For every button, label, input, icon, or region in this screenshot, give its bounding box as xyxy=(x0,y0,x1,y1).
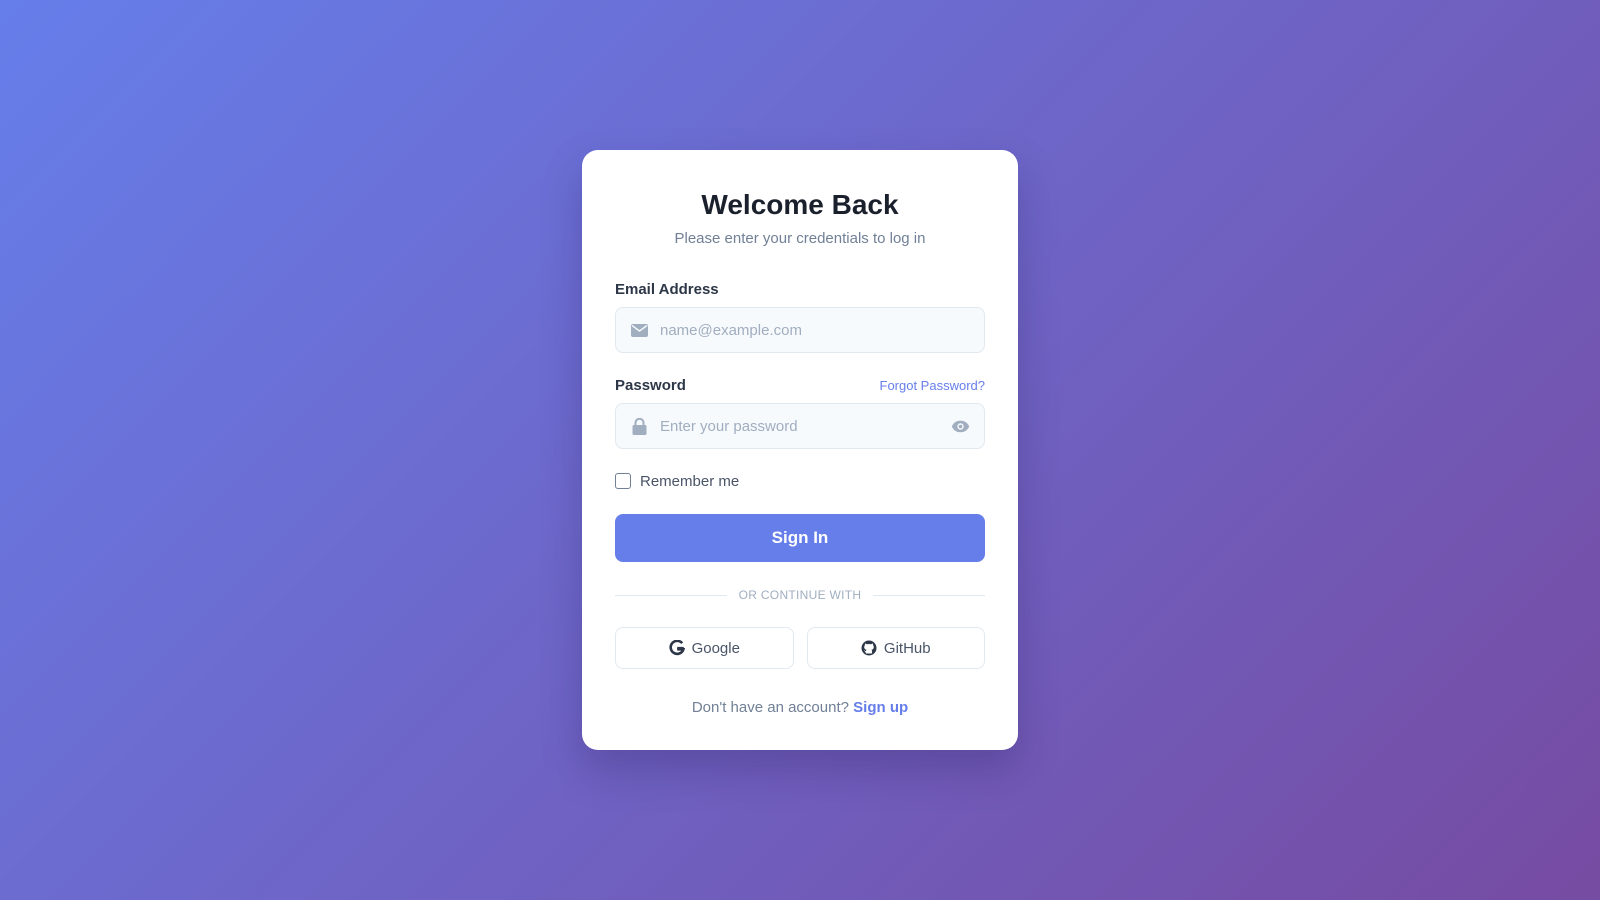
password-label: Password xyxy=(615,376,686,394)
password-label-row: Password Forgot Password? xyxy=(615,375,985,395)
google-icon xyxy=(668,640,685,656)
password-input[interactable] xyxy=(616,404,984,448)
email-input[interactable] xyxy=(616,308,984,352)
sign-in-button[interactable]: Sign In xyxy=(615,514,985,562)
signup-prompt: Don't have an account? Sign up xyxy=(615,699,985,716)
social-login-row: Google GitHub xyxy=(615,627,985,669)
page-title: Welcome Back xyxy=(701,189,899,220)
github-login-label: GitHub xyxy=(883,639,931,657)
password-group: Password Forgot Password? xyxy=(615,375,985,449)
email-group: Email Address xyxy=(615,279,985,353)
divider-line-right xyxy=(873,594,986,596)
divider-text: OR CONTINUE WITH xyxy=(738,588,862,602)
remember-me-row: Remember me xyxy=(615,471,985,491)
signup-prompt-text: Don't have an account? xyxy=(691,699,849,716)
login-card: Welcome Back Please enter your credentia… xyxy=(582,150,1018,750)
forgot-password-link[interactable]: Forgot Password? xyxy=(880,378,986,393)
remember-me-label: Remember me xyxy=(640,472,740,490)
google-login-button[interactable]: Google xyxy=(615,627,794,669)
email-input-wrapper xyxy=(615,307,985,353)
page-subtitle: Please enter your credentials to log in xyxy=(674,230,926,247)
password-input-wrapper xyxy=(615,403,985,449)
social-divider: OR CONTINUE WITH xyxy=(615,587,986,603)
email-label-row: Email Address xyxy=(615,279,985,299)
github-login-button[interactable]: GitHub xyxy=(806,627,985,669)
github-icon xyxy=(861,640,877,656)
google-login-label: Google xyxy=(691,639,740,657)
lock-icon xyxy=(630,417,648,435)
envelope-icon xyxy=(630,321,648,339)
sign-up-link[interactable]: Sign up xyxy=(853,699,908,716)
eye-icon[interactable] xyxy=(950,417,970,435)
divider-line-left xyxy=(615,594,727,596)
remember-me-checkbox[interactable] xyxy=(615,473,631,489)
email-label: Email Address xyxy=(615,280,719,298)
